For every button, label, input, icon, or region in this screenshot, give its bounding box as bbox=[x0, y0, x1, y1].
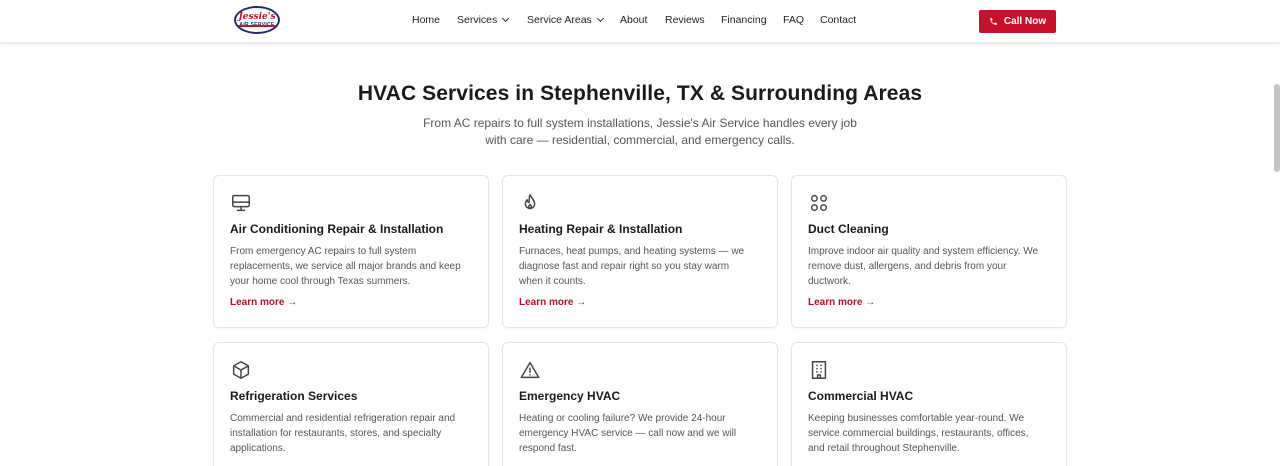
nav-label: Financing bbox=[721, 14, 767, 26]
nav-label: About bbox=[620, 14, 648, 26]
card-title: Refrigeration Services bbox=[230, 389, 358, 403]
nav-service-areas[interactable]: Service Areas bbox=[527, 14, 604, 26]
nav-about[interactable]: About bbox=[620, 14, 647, 26]
building-icon bbox=[808, 359, 830, 381]
nav-label: Contact bbox=[820, 14, 857, 26]
service-card-emergency[interactable]: Emergency HVAC Heating or cooling failur… bbox=[502, 342, 778, 466]
page-title: HVAC Services in Stephenville, TX & Surr… bbox=[357, 82, 923, 105]
warning-icon bbox=[519, 359, 541, 381]
card-description: Commercial and residential refrigeration… bbox=[230, 413, 456, 455]
card-title: Emergency HVAC bbox=[519, 389, 621, 403]
card-description: Improve indoor air quality and system ef… bbox=[808, 246, 1039, 288]
card-title: Commercial HVAC bbox=[808, 389, 914, 403]
logo-text: Jessie's bbox=[238, 11, 276, 22]
nav-label: FAQ bbox=[783, 14, 805, 26]
phone-icon bbox=[990, 18, 997, 25]
card-title: Air Conditioning Repair & Installation bbox=[230, 222, 444, 236]
logo-stripe bbox=[238, 25, 276, 27]
nav-label: Reviews bbox=[665, 14, 705, 26]
nav-contact[interactable]: Contact bbox=[820, 14, 856, 26]
nav-services[interactable]: Services bbox=[457, 14, 510, 26]
nav-financing[interactable]: Financing bbox=[721, 14, 767, 26]
service-card-commercial[interactable]: Commercial HVAC Keeping businesses comfo… bbox=[791, 342, 1067, 466]
company-logo[interactable]: Jessie's AIR SERVICE bbox=[234, 6, 280, 34]
service-card-ac[interactable]: Air Conditioning Repair & Installation F… bbox=[213, 175, 489, 328]
flame-icon bbox=[519, 192, 541, 214]
card-description: Heating or cooling failure? We provide 2… bbox=[519, 413, 737, 455]
learn-more-link[interactable]: Learn more → bbox=[519, 297, 586, 308]
nav-home[interactable]: Home bbox=[412, 14, 440, 26]
page-subtitle: From AC repairs to full system installat… bbox=[423, 116, 857, 147]
monitor-icon bbox=[230, 192, 252, 214]
grid-circles-icon bbox=[808, 192, 830, 214]
nav-label: Home bbox=[412, 14, 441, 26]
service-card-duct[interactable]: Duct Cleaning Improve indoor air quality… bbox=[791, 175, 1067, 328]
nav-reviews[interactable]: Reviews bbox=[665, 14, 705, 26]
card-description: Furnaces, heat pumps, and heating system… bbox=[519, 246, 745, 288]
learn-more-link[interactable]: Learn more → bbox=[230, 297, 297, 308]
learn-more-link[interactable]: Learn more → bbox=[808, 297, 875, 308]
nav-label: Services bbox=[457, 14, 498, 26]
service-card-heating[interactable]: Heating Repair & Installation Furnaces, … bbox=[502, 175, 778, 328]
card-title: Heating Repair & Installation bbox=[519, 222, 683, 236]
box-icon bbox=[230, 359, 252, 381]
card-title: Duct Cleaning bbox=[808, 222, 889, 236]
call-now-button[interactable]: Call Now bbox=[979, 10, 1056, 33]
site-header: Jessie's AIR SERVICE Home Services Servi… bbox=[0, 0, 1280, 43]
service-card-refrigeration[interactable]: Refrigeration Services Commercial and re… bbox=[213, 342, 489, 466]
card-description: Keeping businesses comfortable year-roun… bbox=[808, 413, 1029, 455]
chevron-down-icon bbox=[502, 14, 510, 23]
card-description: From emergency AC repairs to full system… bbox=[230, 246, 461, 288]
call-now-label: Call Now bbox=[1003, 16, 1047, 27]
nav-faq[interactable]: FAQ bbox=[783, 14, 804, 26]
nav-label: Service Areas bbox=[527, 14, 592, 26]
chevron-down-icon bbox=[596, 14, 604, 23]
